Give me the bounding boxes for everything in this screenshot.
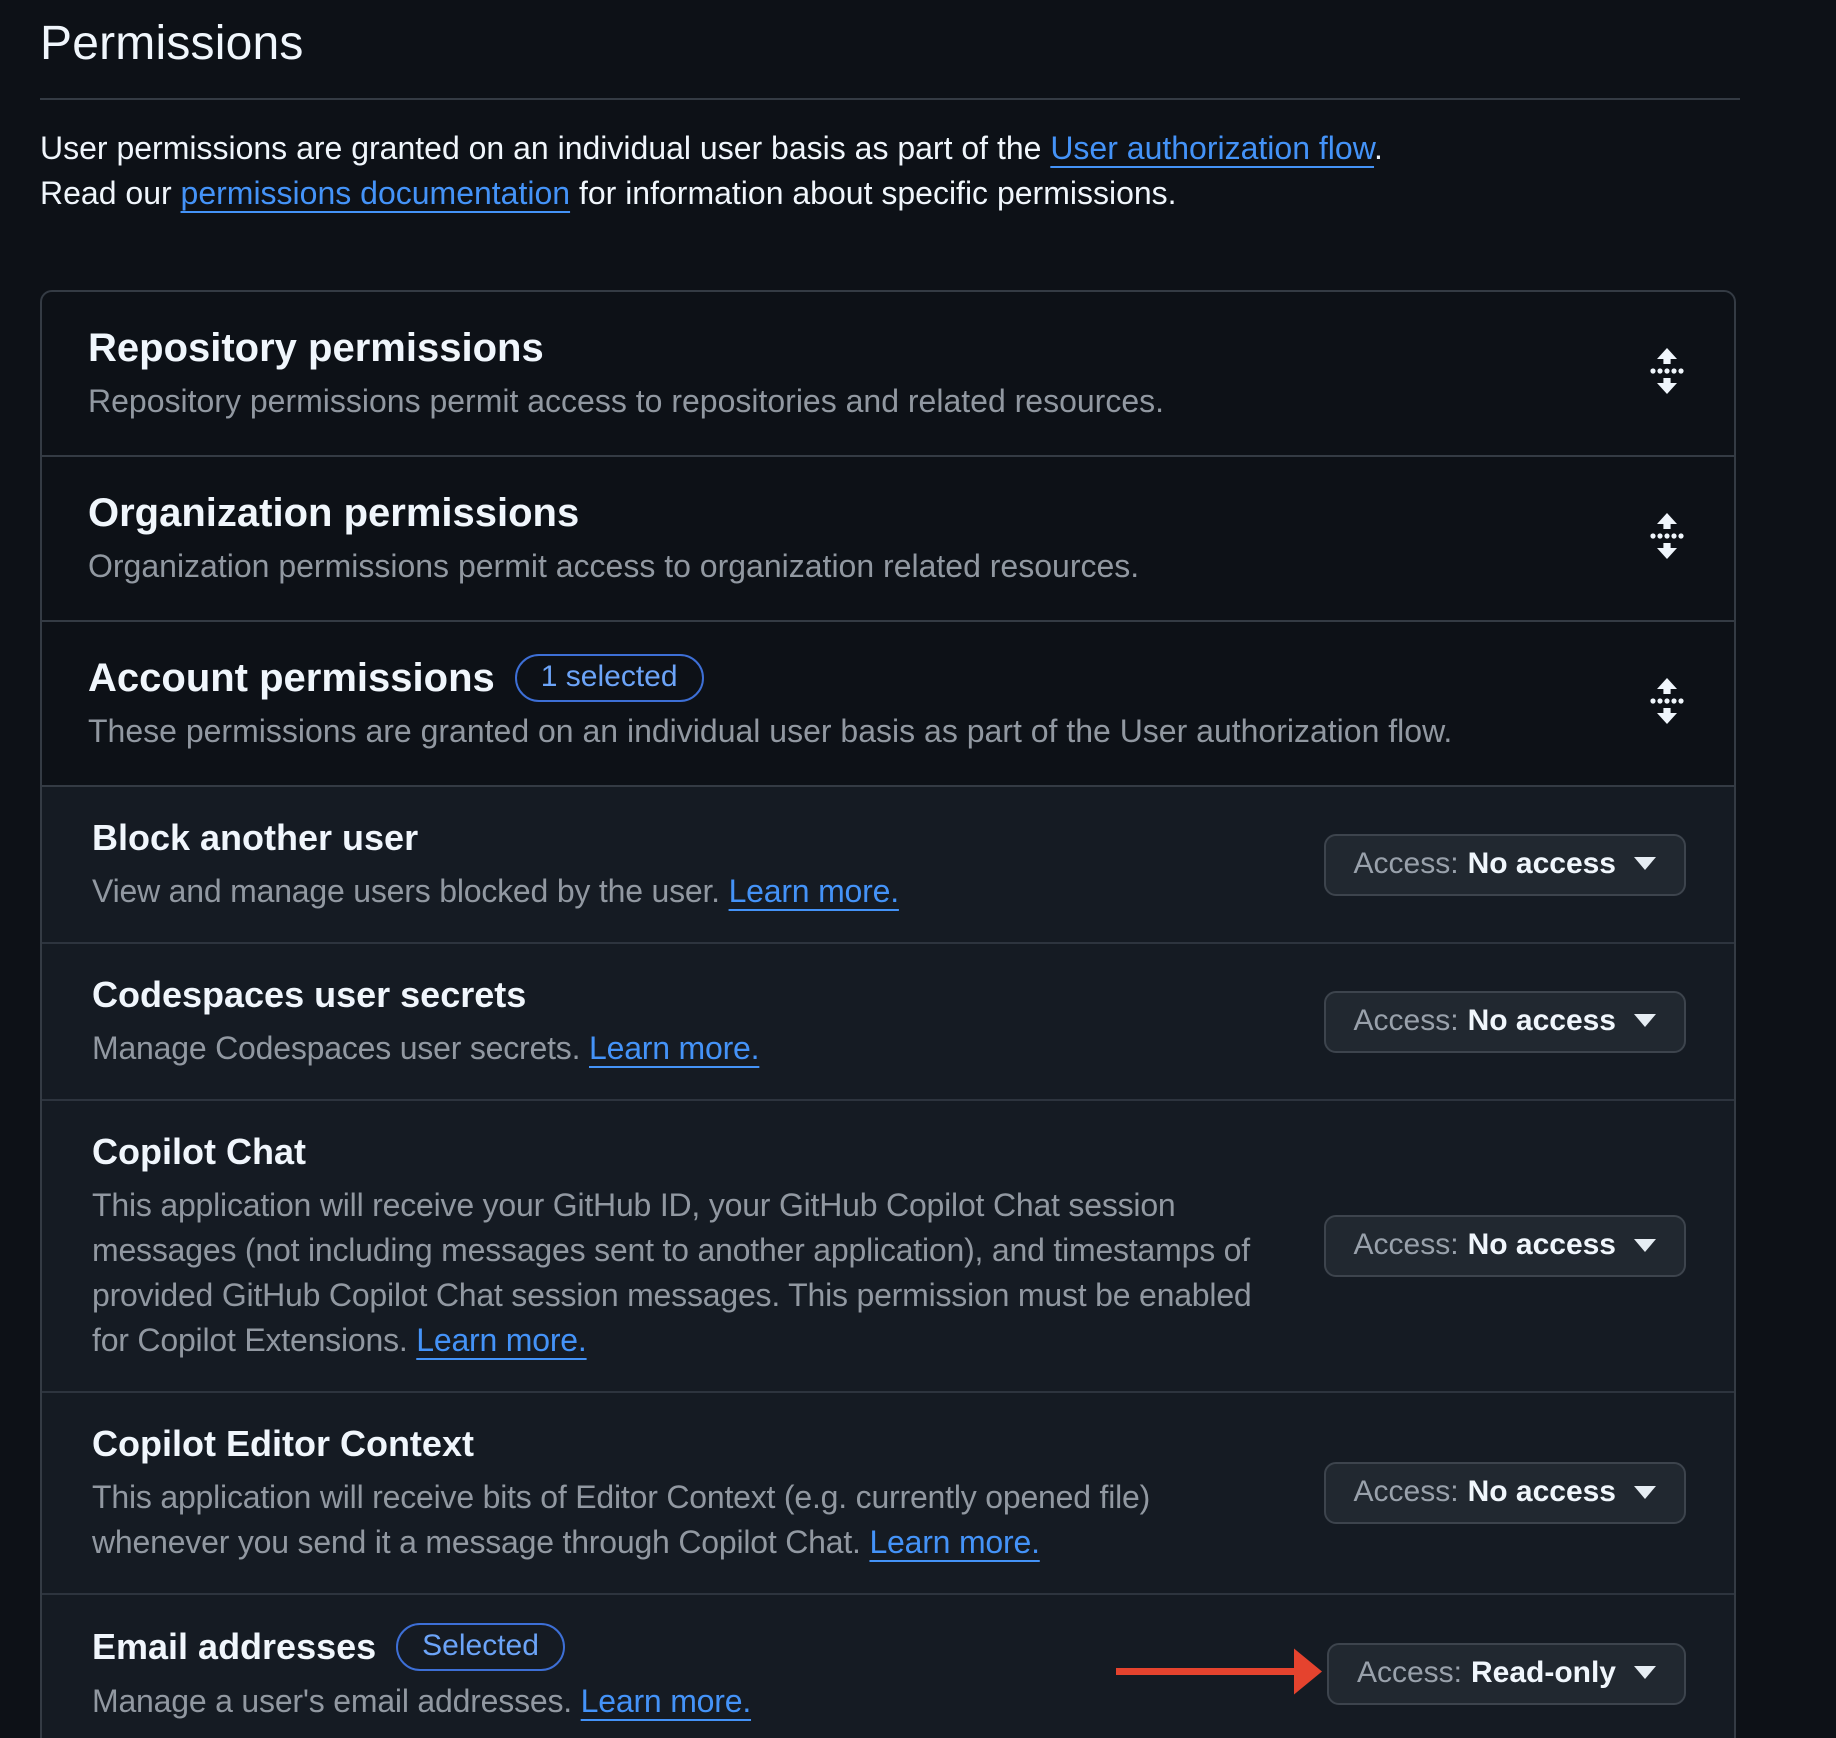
section-text: Account permissions 1 selected These per… (88, 653, 1452, 754)
permission-description: View and manage users blocked by the use… (92, 869, 899, 914)
selected-badge: Selected (396, 1623, 565, 1671)
access-dropdown-value: No access (1468, 1002, 1616, 1040)
permission-text: Block another user View and manage users… (92, 815, 899, 914)
access-dropdown-label: Access: (1354, 1473, 1459, 1511)
section-organization-permissions: Organization permissions Organization pe… (42, 455, 1734, 620)
permission-title: Block another user (92, 815, 418, 861)
permission-copilot-editor-context: Copilot Editor Context This application … (42, 1391, 1734, 1593)
permission-email-addresses: Email addresses Selected Manage a user's… (42, 1593, 1734, 1738)
access-dropdown-value: No access (1468, 845, 1616, 883)
permission-sections: Repository permissions Repository permis… (42, 292, 1734, 785)
drag-reorder-icon[interactable] (1650, 348, 1684, 399)
chevron-down-icon (1634, 1666, 1656, 1679)
permission-title: Copilot Chat (92, 1129, 306, 1175)
permission-copilot-chat: Copilot Chat This application will recei… (42, 1099, 1734, 1391)
permission-text: Email addresses Selected Manage a user's… (92, 1623, 751, 1724)
intro-text: . (1374, 130, 1383, 166)
intro-line-2: Read our permissions documentation for i… (40, 175, 1177, 211)
access-dropdown-label: Access: (1357, 1654, 1462, 1692)
access-dropdown-value: No access (1468, 1226, 1616, 1264)
access-dropdown-label: Access: (1354, 845, 1459, 883)
permissions-card: Repository permissions Repository permis… (40, 290, 1736, 1738)
access-dropdown[interactable]: Access: Read-only (1327, 1643, 1686, 1705)
page-title: Permissions (40, 14, 1740, 74)
learn-more-link[interactable]: Learn more. (581, 1683, 751, 1719)
selected-count-badge: 1 selected (515, 654, 704, 702)
permission-description-text: Manage a user's email addresses. (92, 1683, 572, 1719)
permission-description-text: This application will receive your GitHu… (92, 1187, 1252, 1358)
learn-more-link[interactable]: Learn more. (589, 1030, 759, 1066)
permission-description: Manage a user's email addresses. Learn m… (92, 1679, 751, 1724)
section-text: Repository permissions Repository permis… (88, 323, 1164, 424)
permission-description-text: View and manage users blocked by the use… (92, 873, 720, 909)
access-dropdown[interactable]: Access: No access (1324, 991, 1686, 1053)
section-title: Account permissions (88, 653, 495, 703)
permission-text: Copilot Chat This application will recei… (92, 1129, 1284, 1363)
permission-block-another-user: Block another user View and manage users… (42, 787, 1734, 942)
settings-page: Permissions User permissions are granted… (0, 14, 1780, 1738)
permission-description: Manage Codespaces user secrets. Learn mo… (92, 1026, 759, 1071)
section-title: Repository permissions (88, 323, 544, 373)
permission-title: Codespaces user secrets (92, 972, 526, 1018)
permission-codespaces-user-secrets: Codespaces user secrets Manage Codespace… (42, 942, 1734, 1099)
access-dropdown-label: Access: (1354, 1226, 1459, 1264)
intro-text: User permissions are granted on an indiv… (40, 130, 1050, 166)
user-authorization-flow-link[interactable]: User authorization flow (1050, 130, 1374, 166)
title-divider (40, 98, 1740, 100)
chevron-down-icon (1634, 857, 1656, 870)
intro-line-1: User permissions are granted on an indiv… (40, 130, 1383, 166)
permission-text: Codespaces user secrets Manage Codespace… (92, 972, 759, 1071)
chevron-down-icon (1634, 1239, 1656, 1252)
drag-reorder-icon[interactable] (1650, 513, 1684, 564)
permission-description-text: Manage Codespaces user secrets. (92, 1030, 580, 1066)
permission-description: This application will receive bits of Ed… (92, 1475, 1284, 1565)
permissions-documentation-link[interactable]: permissions documentation (181, 175, 571, 211)
access-dropdown-label: Access: (1354, 1002, 1459, 1040)
access-dropdown[interactable]: Access: No access (1324, 1462, 1686, 1524)
section-description: These permissions are granted on an indi… (88, 709, 1452, 754)
learn-more-link[interactable]: Learn more. (416, 1322, 586, 1358)
permission-text: Copilot Editor Context This application … (92, 1421, 1284, 1565)
drag-reorder-icon[interactable] (1650, 678, 1684, 729)
intro-text: for information about specific permissio… (570, 175, 1176, 211)
annotation-arrow-icon (1116, 1647, 1322, 1700)
chevron-down-icon (1634, 1486, 1656, 1499)
intro-text: Read our (40, 175, 181, 211)
permission-description: This application will receive your GitHu… (92, 1183, 1284, 1363)
section-description: Organization permissions permit access t… (88, 544, 1139, 589)
permission-title: Copilot Editor Context (92, 1421, 474, 1467)
learn-more-link[interactable]: Learn more. (869, 1524, 1039, 1560)
section-account-permissions: Account permissions 1 selected These per… (42, 620, 1734, 785)
access-dropdown-value: No access (1468, 1473, 1616, 1511)
access-dropdown[interactable]: Access: No access (1324, 1215, 1686, 1277)
learn-more-link[interactable]: Learn more. (729, 873, 899, 909)
access-dropdown[interactable]: Access: No access (1324, 834, 1686, 896)
section-repository-permissions: Repository permissions Repository permis… (42, 292, 1734, 455)
account-permissions-list: Block another user View and manage users… (42, 785, 1734, 1738)
section-title: Organization permissions (88, 488, 579, 538)
access-dropdown-value: Read-only (1471, 1654, 1616, 1692)
section-text: Organization permissions Organization pe… (88, 488, 1139, 589)
section-description: Repository permissions permit access to … (88, 379, 1164, 424)
chevron-down-icon (1634, 1014, 1656, 1027)
intro-paragraph: User permissions are granted on an indiv… (40, 126, 1740, 216)
permission-title: Email addresses (92, 1624, 376, 1670)
